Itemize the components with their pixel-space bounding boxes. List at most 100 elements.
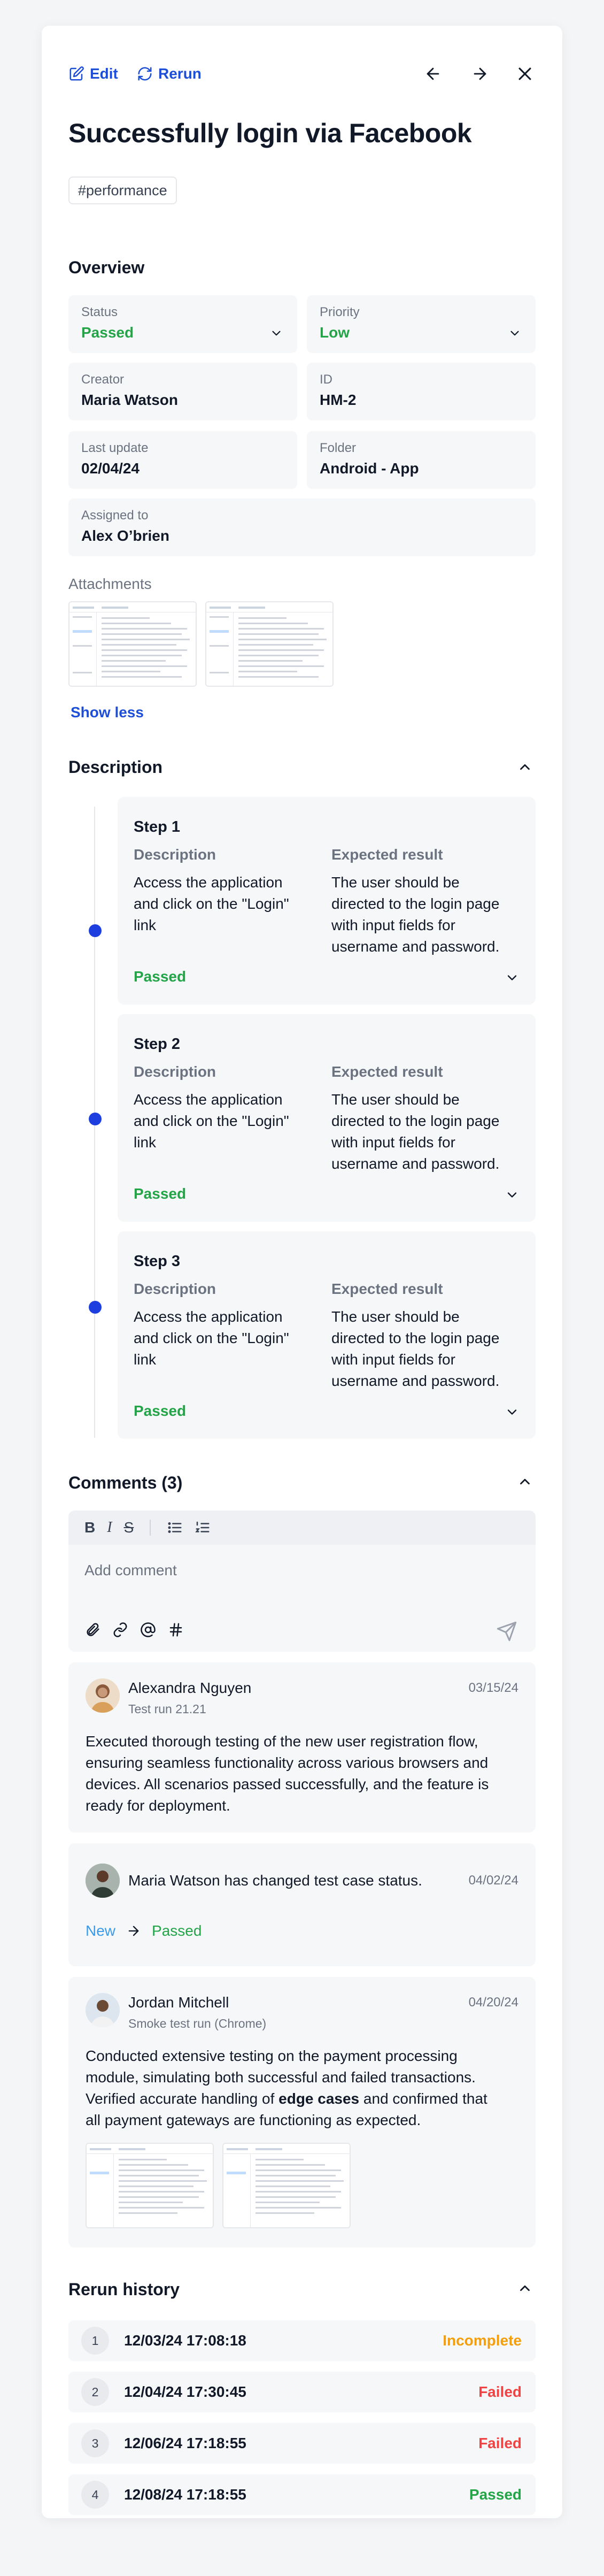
rerun-label: Rerun [158,65,202,82]
screenshot-thumbnail-icon [223,2144,350,2227]
comment-test-run[interactable]: Test run 21.21 [128,1702,206,1716]
rerun-status: Failed [478,2435,522,2451]
show-less-link[interactable]: Show less [71,704,144,721]
id-value: HM-2 [320,392,357,408]
bold-icon[interactable]: B [84,1519,95,1536]
chevron-down-icon[interactable] [505,1187,520,1202]
status-value: Passed [81,324,134,341]
chevron-down-icon[interactable] [505,1405,520,1420]
status-change-text: Maria Watson has changed test case statu… [128,1872,422,1889]
previous-button[interactable] [422,63,444,85]
folder-value: Android - App [320,460,419,477]
rerun-date: 12/04/24 17:30:45 [124,2383,246,2400]
collapse-rerun-button[interactable] [515,2279,535,2298]
attachment-thumbnail[interactable] [222,2143,351,2228]
avatar [86,1678,120,1713]
comment-body: Executed thorough testing of the new use… [86,1733,489,1814]
tag-badge[interactable]: #performance [68,177,177,204]
screenshot-thumbnail-icon [69,602,196,686]
status-label: Status [81,305,118,319]
rerun-date: 12/03/24 17:08:18 [124,2332,246,2349]
rerun-date: 12/06/24 17:18:55 [124,2435,246,2451]
creator-field: Creator Maria Watson [68,363,297,420]
comment-editor[interactable]: B I S Add comment [68,1511,536,1652]
last-update-value: 02/04/24 [81,460,140,477]
last-update-field: Last update 02/04/24 [68,431,297,489]
assigned-field: Assigned to Alex O’brien [68,499,536,556]
rerun-number: 3 [81,2429,109,2457]
comment-input[interactable]: Add comment [84,1562,177,1579]
rerun-row[interactable]: 4 12/08/24 17:18:55 Passed [68,2474,536,2515]
status-select[interactable]: Status Passed [68,295,297,353]
link-icon[interactable] [112,1622,128,1638]
step-description: Access the application and click on the "… [134,1091,289,1151]
description-column-label: Description [134,1063,216,1080]
screenshot-thumbnail-icon [206,602,332,686]
step-expected-result: The user should be directed to the login … [331,1091,500,1172]
rerun-row[interactable]: 3 12/06/24 17:18:55 Failed [68,2423,536,2464]
step-marker [89,1301,102,1314]
step-title: Step 1 [134,818,181,835]
rerun-button[interactable]: Rerun [137,63,202,85]
test-case-panel: Edit Rerun Successfully login via Facebo… [42,26,562,2518]
creator-label: Creator [81,372,125,387]
step-status: Passed [134,1402,187,1419]
comment-date: 03/15/24 [468,1681,518,1695]
step-card: Step 1 Description Expected result Acces… [118,797,536,1005]
screenshot-thumbnail-icon [87,2144,213,2227]
arrow-left-icon [427,67,439,80]
old-status: New [86,1922,116,1939]
comment-item: Alexandra Nguyen Test run 21.21 03/15/24… [68,1662,536,1833]
attachment-icon[interactable] [84,1622,100,1638]
chevron-down-icon[interactable] [505,970,520,985]
close-button[interactable] [514,63,536,85]
priority-value: Low [320,324,350,341]
priority-select[interactable]: Priority Low [307,295,536,353]
folder-field: Folder Android - App [307,431,536,489]
next-button[interactable] [469,63,491,85]
italic-icon[interactable]: I [107,1519,112,1536]
comment-item: Jordan Mitchell Smoke test run (Chrome) … [68,1977,536,2248]
rerun-number: 1 [81,2327,109,2355]
rerun-status: Incomplete [443,2332,522,2349]
numbered-list-icon[interactable] [195,1520,211,1536]
edit-icon [69,66,84,81]
editor-actions [84,1622,184,1638]
rerun-history-title: Rerun history [68,2280,180,2299]
formatting-toolbar: B I S [68,1511,536,1545]
overview-title: Overview [68,258,145,277]
comment-date: 04/20/24 [468,1995,518,2010]
comment-author: Jordan Mitchell [128,1994,229,2011]
rerun-row[interactable]: 1 12/03/24 17:08:18 Incomplete [68,2320,536,2361]
bullet-list-icon[interactable] [167,1520,183,1536]
attachment-thumbnail[interactable] [205,601,334,687]
attachment-thumbnail[interactable] [68,601,197,687]
strikethrough-icon[interactable]: S [124,1519,134,1536]
creator-value: Maria Watson [81,392,178,408]
status-change-item: Maria Watson has changed test case statu… [68,1843,536,1966]
hashtag-icon[interactable] [168,1622,184,1638]
chevron-down-icon [510,331,519,336]
attachment-thumbnail[interactable] [86,2143,214,2228]
rerun-row[interactable]: 2 12/04/24 17:30:45 Failed [68,2372,536,2412]
expected-column-label: Expected result [331,846,443,863]
step-status: Passed [134,968,187,985]
rerun-number: 4 [81,2481,109,2509]
edit-button[interactable]: Edit [68,63,118,85]
collapse-description-button[interactable] [515,757,535,777]
step-expected-result: The user should be directed to the login … [331,1308,500,1389]
chevron-up-icon [520,1478,530,1485]
chevron-up-icon [520,2285,530,2291]
avatar [86,1864,120,1898]
new-status: Passed [152,1922,202,1939]
collapse-comments-button[interactable] [515,1472,535,1491]
status-transition: New Passed [86,1922,202,1939]
mention-icon[interactable] [140,1622,156,1638]
description-title: Description [68,757,163,777]
comment-test-run[interactable]: Smoke test run (Chrome) [128,2017,266,2031]
step-card: Step 3 Description Expected result Acces… [118,1231,536,1439]
chevron-down-icon [272,331,281,336]
comment-body: Conducted extensive testing on the payme… [86,2048,487,2128]
comment-date: 04/02/24 [468,1873,518,1888]
send-icon[interactable] [496,1621,517,1642]
